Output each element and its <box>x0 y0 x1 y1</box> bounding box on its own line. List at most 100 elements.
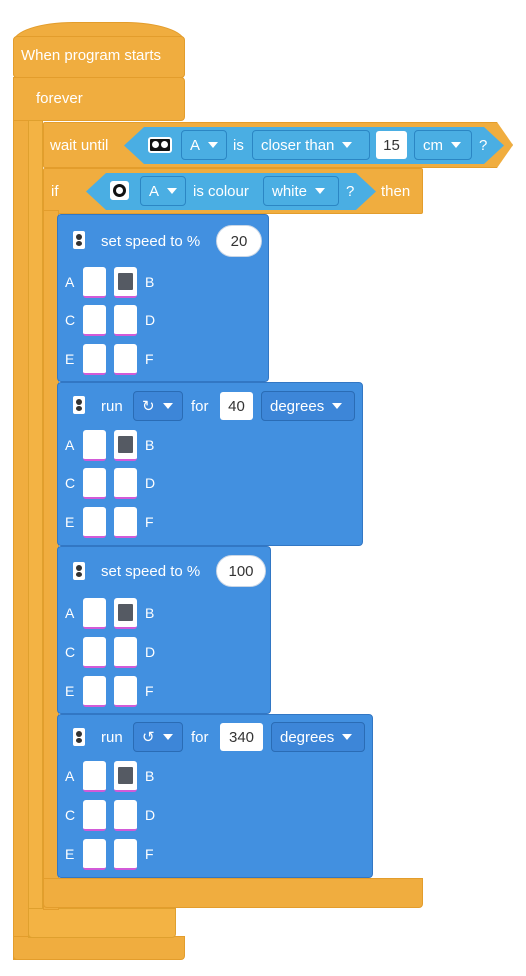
wait-until-label: wait until <box>50 137 109 154</box>
port-label-d: D <box>145 475 156 491</box>
unit-value: degrees <box>280 728 335 746</box>
comparison-value: closer than <box>261 136 335 154</box>
set-speed-label-2: set speed to % <box>101 563 201 580</box>
port-label-e: E <box>65 683 75 699</box>
motor-icon <box>73 728 85 746</box>
port-label-c: C <box>65 475 76 491</box>
direction-dropdown-2[interactable]: ↺ <box>133 722 183 752</box>
port-f-toggle[interactable] <box>114 839 137 870</box>
chevron-down-icon <box>315 188 326 194</box>
port-label-d: D <box>145 807 156 823</box>
forever-bottom-arm <box>13 936 185 960</box>
chevron-down-icon <box>167 188 178 194</box>
port-b-toggle[interactable] <box>114 761 137 792</box>
then-label: then <box>381 183 411 200</box>
degrees-input-1[interactable]: 40 <box>220 392 253 420</box>
unit-dropdown[interactable]: cm <box>414 130 472 160</box>
port-d-toggle[interactable] <box>114 637 137 668</box>
unit-value: cm <box>423 136 443 154</box>
forever-inner-bottom <box>28 908 176 938</box>
port-label-c: C <box>65 807 76 823</box>
port-b-toggle[interactable] <box>114 267 137 298</box>
port-e-toggle[interactable] <box>83 344 106 375</box>
chevron-down-icon <box>332 403 343 409</box>
port-d-toggle[interactable] <box>114 468 137 499</box>
wait-port-dropdown[interactable]: A <box>181 130 227 160</box>
chevron-down-icon <box>162 734 173 740</box>
port-b-toggle[interactable] <box>114 430 137 461</box>
port-label-a: A <box>65 274 75 290</box>
speed-input-2[interactable]: 100 <box>216 555 266 587</box>
chevron-down-icon <box>342 142 353 148</box>
port-label-a: A <box>65 437 75 453</box>
if-port-value: A <box>149 182 160 200</box>
chevron-down-icon <box>342 734 353 740</box>
chevron-down-icon <box>208 142 219 148</box>
port-label-e: E <box>65 351 75 367</box>
port-b-toggle[interactable] <box>114 598 137 629</box>
chevron-down-icon <box>162 403 173 409</box>
port-label-e: E <box>65 514 75 530</box>
colour-value: white <box>272 182 308 200</box>
port-c-toggle[interactable] <box>83 800 106 831</box>
port-label-a: A <box>65 605 75 621</box>
port-e-toggle[interactable] <box>83 507 106 538</box>
port-e-toggle[interactable] <box>83 676 106 707</box>
port-f-toggle[interactable] <box>114 676 137 707</box>
set-speed-label-1: set speed to % <box>101 233 201 250</box>
direction-dropdown-1[interactable]: ↻ <box>133 391 183 421</box>
port-label-c: C <box>65 312 76 328</box>
port-label-d: D <box>145 644 156 660</box>
counterclockwise-icon: ↺ <box>142 729 155 746</box>
port-label-f: F <box>145 351 154 367</box>
unit-value: degrees <box>270 397 325 415</box>
hat-label: When program starts <box>21 47 162 64</box>
wait-question-mark: ? <box>479 137 488 154</box>
port-c-toggle[interactable] <box>83 305 106 336</box>
port-label-f: F <box>145 683 154 699</box>
port-label-b: B <box>145 768 155 784</box>
port-a-toggle[interactable] <box>83 598 106 629</box>
motor-icon <box>73 231 85 249</box>
port-a-toggle[interactable] <box>83 761 106 792</box>
if-bottom-arm <box>43 878 423 908</box>
port-label-b: B <box>145 274 155 290</box>
port-label-e: E <box>65 846 75 862</box>
unit-dropdown-1[interactable]: degrees <box>261 391 355 421</box>
distance-input[interactable]: 15 <box>376 131 407 159</box>
if-port-dropdown[interactable]: A <box>140 176 186 206</box>
comparison-dropdown[interactable]: closer than <box>252 130 370 160</box>
port-label-f: F <box>145 846 154 862</box>
port-label-c: C <box>65 644 76 660</box>
port-d-toggle[interactable] <box>114 305 137 336</box>
run-label-2: run <box>101 729 123 746</box>
speed-input-1[interactable]: 20 <box>216 225 262 257</box>
port-c-toggle[interactable] <box>83 637 106 668</box>
chevron-down-icon <box>451 142 461 148</box>
forever-inner-arm <box>28 120 43 938</box>
wait-port-value: A <box>190 136 201 154</box>
port-label-a: A <box>65 768 75 784</box>
port-d-toggle[interactable] <box>114 800 137 831</box>
clockwise-icon: ↻ <box>142 398 155 415</box>
port-f-toggle[interactable] <box>114 507 137 538</box>
if-label: if <box>51 183 59 200</box>
colour-sensor-icon <box>110 181 129 200</box>
port-a-toggle[interactable] <box>83 267 106 298</box>
port-label-d: D <box>145 312 156 328</box>
run-label-1: run <box>101 398 123 415</box>
is-colour-label: is colour <box>193 183 249 200</box>
if-question-mark: ? <box>346 183 355 200</box>
port-a-toggle[interactable] <box>83 430 106 461</box>
colour-dropdown[interactable]: white <box>263 176 339 206</box>
motor-icon <box>73 562 85 580</box>
wait-is-label: is <box>233 137 244 154</box>
port-c-toggle[interactable] <box>83 468 106 499</box>
port-label-b: B <box>145 605 155 621</box>
motor-icon <box>73 396 85 414</box>
forever-label: forever <box>36 90 83 107</box>
degrees-input-2[interactable]: 340 <box>220 723 263 751</box>
port-e-toggle[interactable] <box>83 839 106 870</box>
unit-dropdown-2[interactable]: degrees <box>271 722 365 752</box>
port-f-toggle[interactable] <box>114 344 137 375</box>
